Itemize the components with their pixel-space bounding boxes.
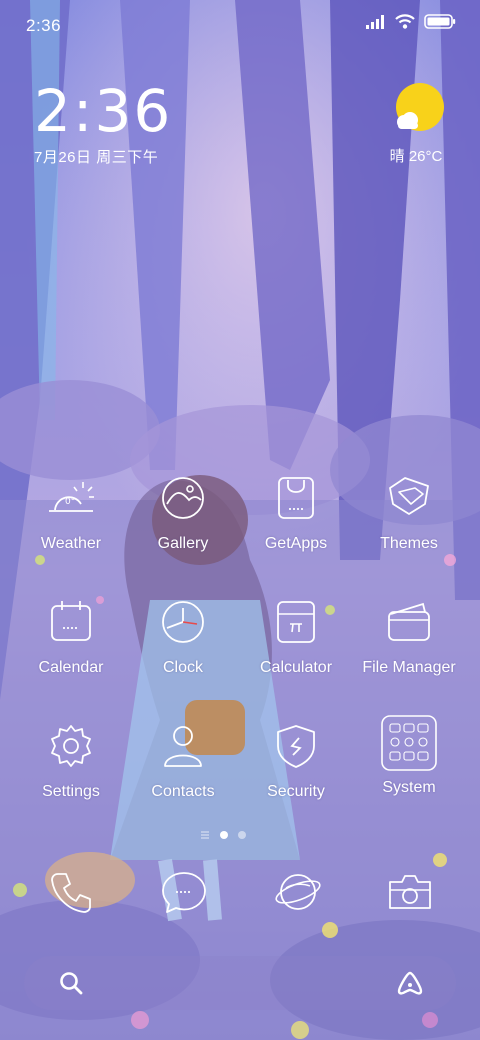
camera-icon[interactable] bbox=[386, 868, 434, 916]
clock-widget[interactable]: 2:36 7月26日 周三下午 bbox=[34, 78, 172, 167]
app-getapps[interactable]: GetApps bbox=[240, 474, 352, 553]
getapps-icon bbox=[278, 477, 314, 519]
search-icon[interactable] bbox=[58, 970, 84, 996]
app-label: Calendar bbox=[38, 659, 104, 676]
app-label: File Manager bbox=[362, 659, 456, 676]
wifi-icon bbox=[395, 14, 415, 29]
system-folder-icon bbox=[381, 715, 437, 771]
app-settings[interactable]: Settings bbox=[15, 722, 127, 801]
app-label: GetApps bbox=[264, 535, 328, 552]
app-contacts[interactable]: Contacts bbox=[127, 722, 239, 801]
status-time: 2:36 bbox=[26, 16, 62, 35]
gallery-icon bbox=[162, 477, 204, 519]
app-label: Calculator bbox=[259, 659, 333, 676]
app-label: System bbox=[382, 779, 436, 796]
app-label: Contacts bbox=[151, 783, 215, 800]
calendar-icon bbox=[51, 601, 91, 641]
app-security[interactable]: Security bbox=[240, 722, 352, 801]
themes-icon bbox=[389, 477, 429, 515]
app-calculator[interactable]: Calculator bbox=[240, 598, 352, 677]
app-clock[interactable]: Clock bbox=[127, 598, 239, 677]
calculator-icon bbox=[277, 601, 315, 643]
settings-icon bbox=[51, 725, 91, 767]
app-label: Themes bbox=[380, 535, 438, 552]
app-calendar[interactable]: Calendar bbox=[15, 598, 127, 677]
app-label: Gallery bbox=[157, 535, 209, 552]
weather-icon: 0° bbox=[49, 482, 94, 512]
status-icons bbox=[366, 14, 456, 29]
app-gallery[interactable]: Gallery bbox=[127, 474, 239, 553]
phone-icon[interactable] bbox=[48, 868, 96, 916]
clock-time: 2:36 bbox=[34, 77, 173, 145]
signal-icon bbox=[366, 14, 384, 29]
app-file-manager[interactable]: File Manager bbox=[353, 598, 465, 677]
weather-widget[interactable]: 晴 26°C bbox=[384, 82, 448, 166]
status-bar: 2:36 bbox=[0, 0, 480, 50]
contacts-icon bbox=[164, 726, 202, 767]
battery-icon bbox=[424, 14, 456, 29]
search-bar[interactable] bbox=[24, 956, 456, 1010]
sun-cloud-icon bbox=[396, 83, 444, 131]
svg-text:0°: 0° bbox=[65, 497, 75, 507]
weather-text: 晴 26°C bbox=[389, 148, 443, 165]
app-label: Settings bbox=[42, 783, 100, 800]
app-themes[interactable]: Themes bbox=[353, 474, 465, 553]
file-manager-icon bbox=[388, 602, 430, 641]
security-icon bbox=[277, 725, 315, 768]
assistant-icon[interactable] bbox=[396, 970, 424, 996]
app-label: Security bbox=[267, 783, 325, 800]
app-label: Weather bbox=[40, 535, 102, 552]
clock-date: 7月26日 周三下午 bbox=[34, 149, 159, 166]
page-dot-active[interactable] bbox=[220, 831, 228, 839]
app-weather[interactable]: 0° Weather bbox=[15, 474, 127, 553]
app-system-folder[interactable]: System bbox=[353, 714, 465, 797]
page-dot[interactable] bbox=[238, 831, 246, 839]
page-list-icon bbox=[201, 831, 209, 839]
browser-icon[interactable] bbox=[274, 868, 322, 916]
messages-icon[interactable] bbox=[160, 868, 208, 916]
app-label: Clock bbox=[162, 659, 203, 676]
clock-icon bbox=[162, 601, 204, 643]
page-indicator[interactable] bbox=[200, 830, 246, 840]
